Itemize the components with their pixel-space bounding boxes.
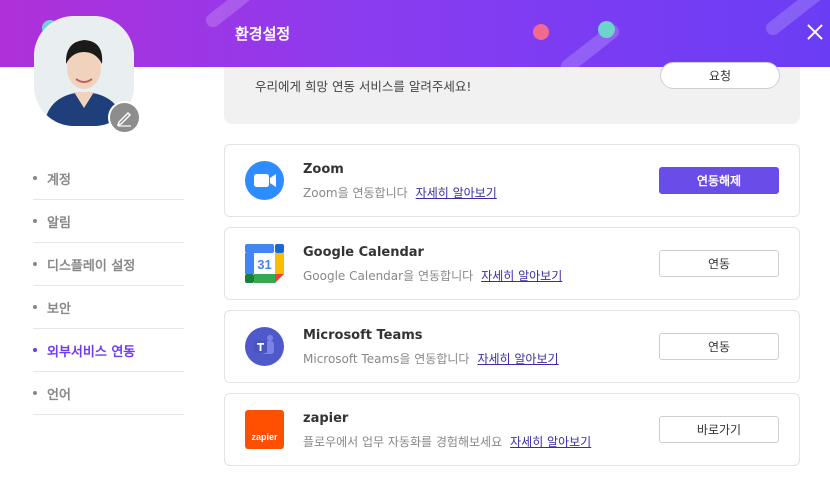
integration-card-zoom: Zoom Zoom을 연동합니다 자세히 알아보기 연동해제 [224, 144, 800, 217]
connect-button[interactable]: 연동 [659, 333, 779, 360]
bullet-icon [33, 262, 37, 266]
zapier-icon: zapier [245, 410, 284, 449]
svg-text:31: 31 [257, 257, 271, 272]
service-request-banner: 우리에게 희망 연동 서비스를 알려주세요! 요청 [224, 62, 800, 124]
integration-name: zapier [303, 411, 349, 426]
edit-avatar-button[interactable] [108, 101, 141, 134]
sidebar-item-account[interactable]: 계정 [33, 157, 184, 200]
bullet-icon [33, 219, 37, 223]
sidebar-item-label: 알림 [47, 215, 71, 231]
sidebar-item-label: 계정 [47, 172, 71, 188]
bullet-icon [33, 305, 37, 309]
disconnect-button[interactable]: 연동해제 [659, 167, 779, 194]
close-icon[interactable] [805, 22, 825, 42]
integration-desc-text: Google Calendar을 연동합니다 [303, 269, 474, 283]
integration-name: Zoom [303, 162, 344, 177]
integration-desc-text: Microsoft Teams을 연동합니다 [303, 352, 470, 366]
integration-description: Google Calendar을 연동합니다 자세히 알아보기 [303, 267, 562, 284]
sidebar-item-security[interactable]: 보안 [33, 286, 184, 329]
integration-card-microsoft-teams: Microsoft Teams Microsoft Teams을 연동합니다 자세… [224, 310, 800, 383]
sidebar-item-display[interactable]: 디스플레이 설정 [33, 243, 184, 286]
request-text: 우리에게 희망 연동 서비스를 알려주세요! [255, 79, 472, 94]
integration-card-google-calendar: 31 Google Calendar Google Calendar을 연동합니… [224, 227, 800, 300]
settings-menu: 계정 알림 디스플레이 설정 보안 외부서비스 연동 언어 [33, 157, 184, 415]
sidebar-item-label: 보안 [47, 301, 71, 317]
integration-name: Google Calendar [303, 245, 424, 260]
sidebar-item-label: 디스플레이 설정 [47, 258, 136, 274]
pencil-icon [116, 112, 131, 127]
integration-desc-text: 플로우에서 업무 자동화를 경험해보세요 [303, 435, 503, 449]
learn-more-link[interactable]: 자세히 알아보기 [477, 352, 558, 366]
zoom-icon [245, 161, 284, 200]
sidebar-item-label: 외부서비스 연동 [47, 344, 136, 360]
zapier-logo-text: zapier [251, 432, 278, 442]
integration-name: Microsoft Teams [303, 328, 423, 343]
microsoft-teams-icon [245, 327, 284, 366]
bullet-icon [33, 176, 37, 180]
google-calendar-icon: 31 [245, 244, 284, 283]
go-to-button[interactable]: 바로가기 [659, 416, 779, 443]
learn-more-link[interactable]: 자세히 알아보기 [416, 186, 497, 200]
integration-card-zapier: zapier zapier 플로우에서 업무 자동화를 경험해보세요 자세히 알아… [224, 393, 800, 466]
sidebar-item-integrations[interactable]: 외부서비스 연동 [33, 329, 184, 372]
integration-description: Microsoft Teams을 연동합니다 자세히 알아보기 [303, 350, 559, 367]
connect-button[interactable]: 연동 [659, 250, 779, 277]
bullet-icon [33, 348, 37, 352]
sidebar-item-label: 언어 [47, 387, 71, 403]
sidebar-item-notifications[interactable]: 알림 [33, 200, 184, 243]
header-decoration [533, 24, 549, 40]
sidebar-item-language[interactable]: 언어 [33, 372, 184, 415]
profile-avatar-area [34, 16, 141, 134]
bullet-icon [33, 391, 37, 395]
integration-description: 플로우에서 업무 자동화를 경험해보세요 자세히 알아보기 [303, 433, 591, 450]
page-title: 환경설정 [235, 25, 291, 43]
integration-description: Zoom을 연동합니다 자세히 알아보기 [303, 184, 497, 201]
integration-desc-text: Zoom을 연동합니다 [303, 186, 408, 200]
learn-more-link[interactable]: 자세히 알아보기 [510, 435, 591, 449]
learn-more-link[interactable]: 자세히 알아보기 [481, 269, 562, 283]
request-button[interactable]: 요청 [660, 62, 780, 89]
header-decoration [598, 21, 615, 38]
